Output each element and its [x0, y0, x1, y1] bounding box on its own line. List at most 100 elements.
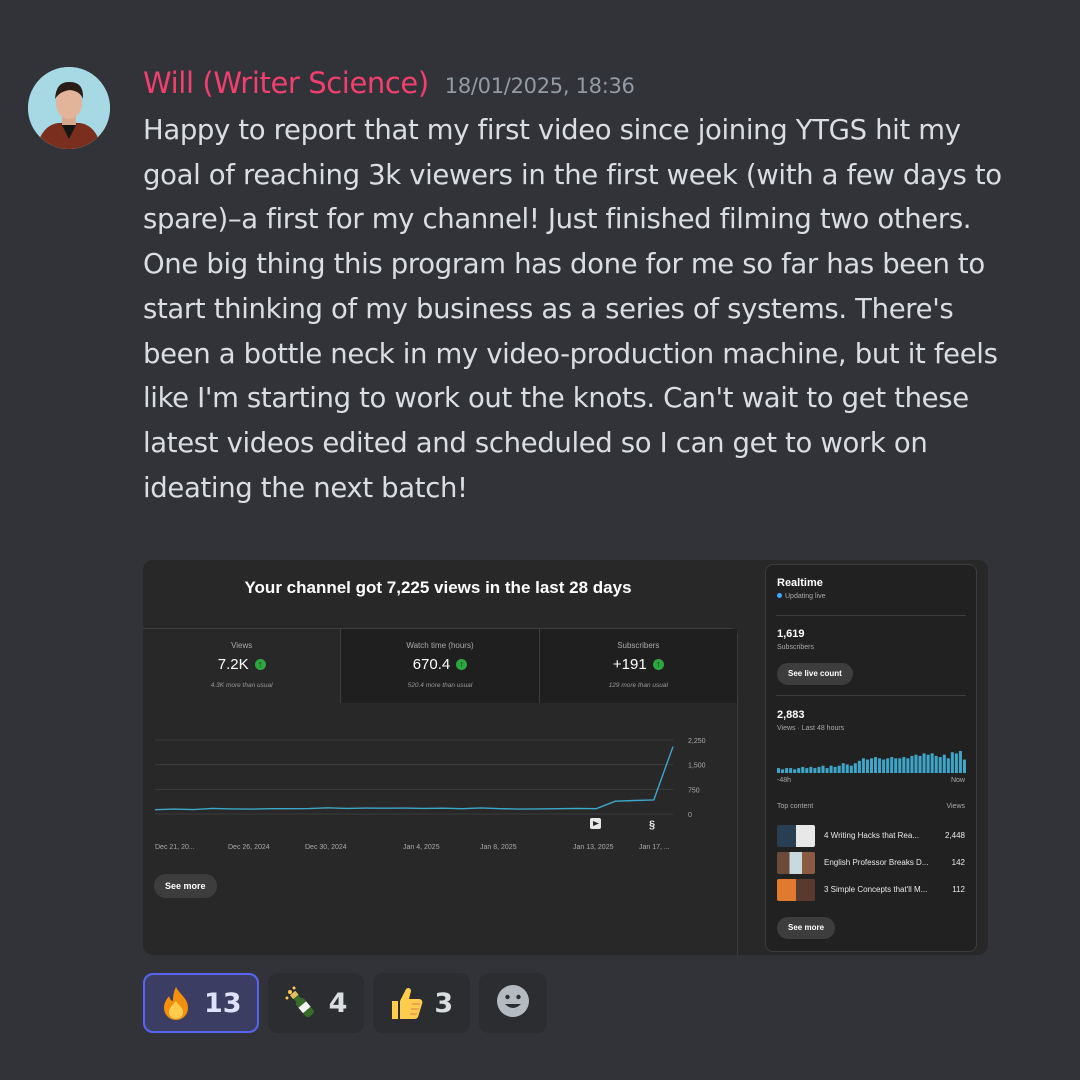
realtime-bar	[849, 765, 853, 773]
realtime-bar	[817, 766, 821, 773]
realtime-bar	[930, 753, 934, 773]
video-thumbnail	[777, 852, 815, 874]
views-column-label: Views	[946, 803, 965, 810]
realtime-bar	[954, 753, 958, 773]
video-views: 112	[952, 885, 965, 894]
champagne-icon	[283, 985, 319, 1021]
realtime-bar	[805, 768, 809, 773]
realtime-bar	[869, 758, 874, 773]
realtime-bar	[785, 768, 789, 773]
video-views: 2,448	[944, 831, 965, 840]
top-content-item[interactable]: 4 Writing Hacks that Rea... 2,448	[777, 825, 969, 847]
realtime-bar	[942, 754, 946, 773]
see-more-button[interactable]: See more	[154, 874, 217, 898]
realtime-bar	[946, 758, 950, 773]
author-name[interactable]: Will (Writer Science)	[143, 66, 429, 100]
message-timestamp: 18/01/2025, 18:36	[444, 74, 635, 98]
realtime-bar	[809, 766, 813, 773]
realtime-bar	[918, 755, 922, 773]
top-content-item[interactable]: 3 Simple Concepts that'll M... 112	[777, 879, 969, 901]
x-tick-label: Dec 21, 20...	[155, 844, 195, 851]
y-tick-label: 0	[688, 812, 692, 819]
add-reaction-button[interactable]	[479, 973, 548, 1033]
shorts-marker-icon: §	[649, 819, 655, 831]
reaction-count: 3	[434, 987, 454, 1019]
realtime-bar	[886, 758, 890, 773]
realtime-bar	[793, 769, 797, 773]
realtime-bar	[821, 765, 825, 773]
realtime-bar	[922, 753, 926, 773]
realtime-bar	[865, 759, 869, 773]
realtime-bar	[861, 758, 865, 773]
x-tick-label: Jan 13, 2025	[573, 844, 614, 851]
thumbs-up-icon	[388, 985, 424, 1021]
reaction-champagne[interactable]: 4	[267, 973, 365, 1033]
reactions-bar: 13 4 3	[143, 973, 548, 1033]
realtime-bar	[950, 752, 954, 773]
smiley-icon	[495, 983, 531, 1023]
attached-image[interactable]: Your channel got 7,225 views in the last…	[143, 560, 988, 955]
video-title: 3 Simple Concepts that'll M...	[824, 885, 928, 894]
message-header: Will (Writer Science) 18/01/2025, 18:36	[143, 66, 635, 100]
realtime-bar	[882, 759, 886, 773]
realtime-bar	[845, 764, 849, 773]
realtime-bar	[781, 769, 785, 773]
reaction-fire[interactable]: 13	[143, 973, 259, 1033]
message-paragraph: Happy to report that my first video sinc…	[143, 114, 1002, 236]
views-48h-label: Views · Last 48 hours	[777, 725, 845, 732]
subscribers-label: Subscribers	[777, 644, 814, 651]
realtime-bar	[797, 768, 801, 773]
realtime-status-text: Updating live	[785, 593, 826, 600]
reaction-thumbs-up[interactable]: 3	[373, 973, 471, 1033]
video-title: 4 Writing Hacks that Rea...	[824, 831, 919, 840]
realtime-bar	[837, 765, 841, 773]
realtime-bar	[789, 768, 793, 773]
see-live-count-button[interactable]: See live count	[777, 663, 853, 685]
message-paragraph: One big thing this program has done for …	[143, 248, 998, 504]
views-series-line	[154, 746, 674, 811]
x-tick-label: Jan 17, ...	[639, 844, 670, 851]
realtime-bar	[938, 757, 942, 773]
realtime-bar	[926, 754, 930, 773]
top-content-item[interactable]: English Professor Breaks D... 142	[777, 852, 969, 874]
realtime-bar	[890, 757, 894, 773]
subscribers-count: 1,619	[777, 628, 805, 640]
realtime-bar-chart	[777, 751, 966, 773]
realtime-bar	[825, 768, 829, 773]
realtime-bar	[894, 758, 898, 773]
realtime-bar	[934, 755, 938, 773]
message-content: Happy to report that my first video sinc…	[143, 108, 1023, 510]
bars-start-label: -48h	[777, 777, 792, 784]
realtime-bar	[874, 757, 878, 773]
realtime-status: Updating live	[777, 593, 825, 600]
realtime-bar	[841, 763, 845, 773]
realtime-bar	[853, 763, 857, 773]
realtime-panel: Realtime Updating live 1,619 Subscribers…	[765, 564, 977, 952]
realtime-bar	[777, 768, 781, 773]
realtime-bar	[813, 768, 817, 773]
video-views: 142	[951, 858, 965, 867]
realtime-bar	[902, 757, 906, 773]
live-dot-icon	[777, 593, 782, 598]
realtime-see-more-button[interactable]: See more	[777, 917, 836, 939]
y-tick-label: 750	[688, 787, 700, 794]
realtime-bar	[829, 765, 833, 773]
realtime-bar	[857, 760, 861, 773]
views-48h-count: 2,883	[777, 709, 805, 721]
y-tick-label: 1,500	[688, 763, 706, 770]
video-thumbnail	[777, 879, 815, 901]
author-avatar[interactable]	[28, 67, 110, 149]
x-tick-label: Dec 30, 2024	[305, 844, 347, 851]
realtime-bar	[914, 754, 918, 773]
views-line-chart: 2,250 1,500 750 0 Dec 21, 20... Dec 26, 2024 D…	[154, 738, 706, 851]
realtime-bar	[898, 758, 902, 773]
video-thumbnail	[777, 825, 815, 847]
reaction-count: 13	[204, 987, 242, 1019]
bars-end-label: Now	[950, 777, 965, 784]
realtime-bar	[906, 758, 910, 773]
realtime-bar	[801, 766, 805, 773]
realtime-bar	[910, 755, 914, 773]
realtime-bar	[833, 766, 837, 773]
video-title: English Professor Breaks D...	[824, 858, 929, 867]
fire-icon	[158, 985, 194, 1021]
